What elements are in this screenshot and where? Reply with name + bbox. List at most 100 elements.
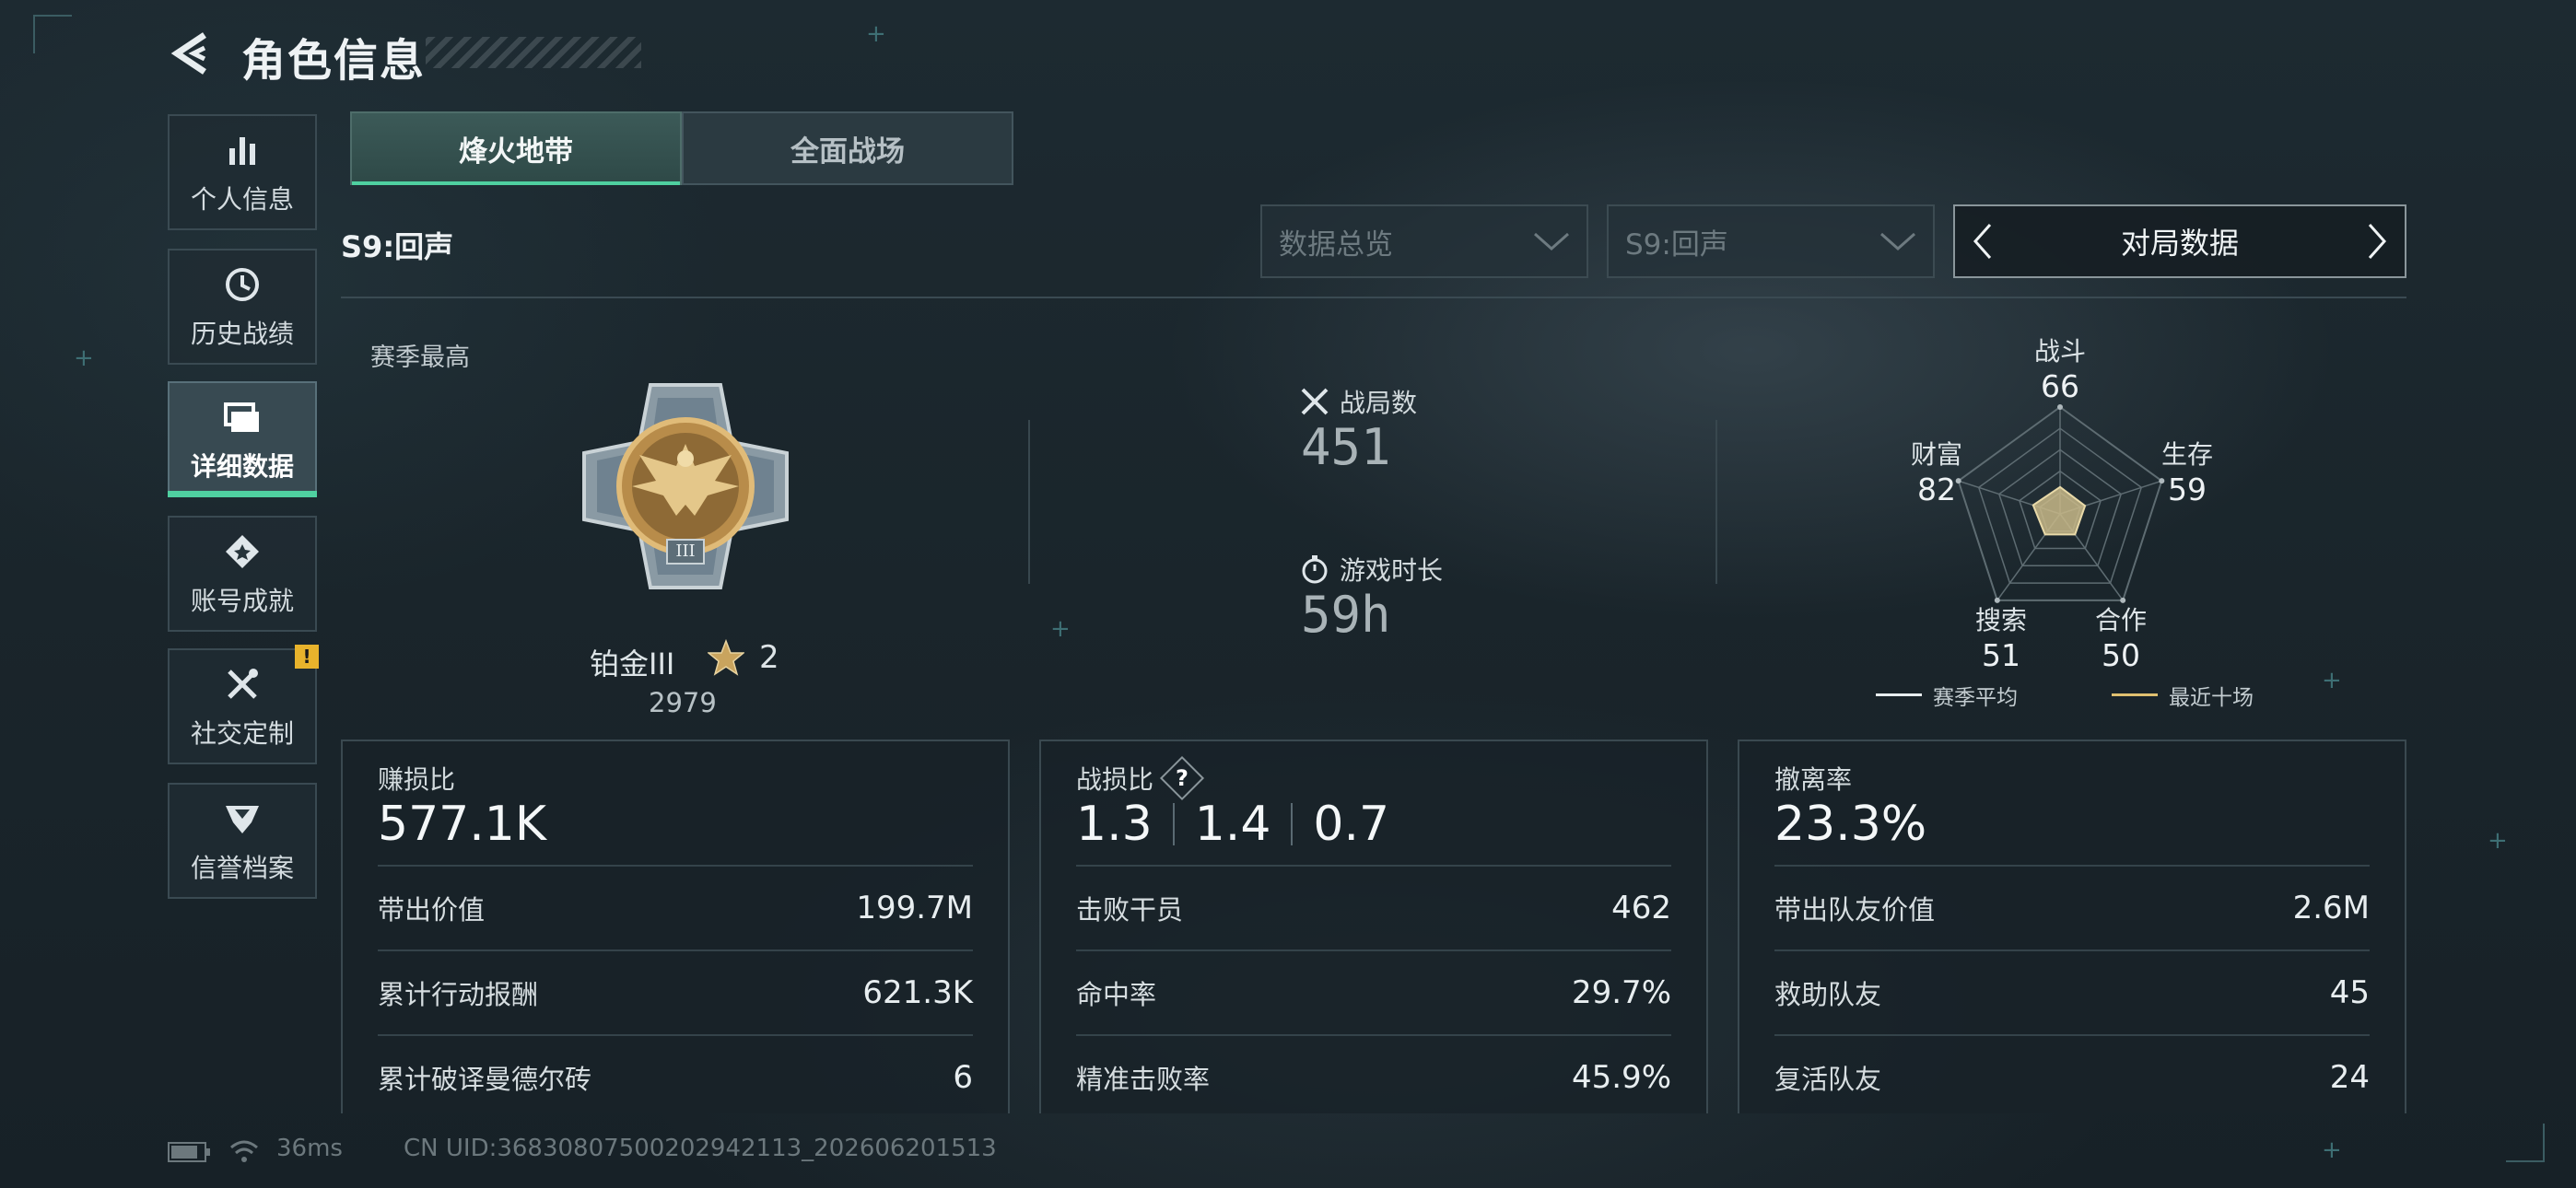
stat-value: 199.7M: [856, 890, 973, 926]
stat-label: 累计行动报酬: [378, 979, 539, 1010]
divider: [1715, 420, 1717, 584]
card-big-value: 577.1K: [378, 797, 546, 852]
stat-row: 击败干员 462: [1076, 865, 1671, 949]
notification-badge: !: [295, 645, 319, 669]
playtime-value: 59h: [1301, 586, 1391, 644]
data-type-switcher: 对局数据: [1953, 204, 2406, 278]
sidebar-item-detailed-data[interactable]: 详细数据: [168, 381, 317, 497]
sidebar-item-label: 详细数据: [190, 451, 294, 482]
playtime-label: 游戏时长: [1299, 551, 1443, 588]
stat-label: 复活队友: [1774, 1064, 1882, 1095]
card-heading: 赚损比: [378, 764, 456, 795]
legend-label-season-avg: 赛季平均: [1933, 686, 2018, 710]
decor-cross: +: [866, 20, 886, 48]
radar-value-combat: 66: [2041, 368, 2079, 404]
divider: [1028, 420, 1030, 584]
stat-label: 精准击败率: [1076, 1064, 1211, 1095]
matches-label-text: 战局数: [1340, 388, 1418, 418]
chevron-down-icon: [1880, 232, 1915, 251]
matches-value: 451: [1301, 418, 1391, 476]
card-heading: 撤离率: [1774, 764, 1853, 795]
stat-label: 带出队友价值: [1774, 894, 1936, 926]
star-icon: [706, 638, 746, 676]
bar-chart-icon: [220, 128, 264, 172]
divider: [341, 297, 2406, 298]
radar-value-search: 51: [1982, 637, 2020, 673]
ratio-separator: [1172, 803, 1175, 845]
sidebar-item-achievements[interactable]: 账号成就: [168, 516, 317, 632]
stat-row: 精准击败率 45.9%: [1076, 1034, 1671, 1119]
season-dropdown[interactable]: S9:回声: [1607, 204, 1935, 278]
stat-label: 救助队友: [1774, 979, 1882, 1010]
stat-label: 带出价值: [378, 894, 486, 926]
stat-row: 带出价值 199.7M: [378, 865, 973, 949]
rank-name: 铂金III: [590, 646, 675, 681]
card-big-value: 23.3%: [1774, 797, 1927, 852]
chevron-down-icon: [1534, 232, 1569, 251]
radar-label-wealth: 财富: [1910, 439, 1962, 470]
battery-icon: [168, 1142, 212, 1162]
crossed-swords-icon: [1301, 388, 1329, 415]
decor-corner: [33, 15, 72, 53]
tab-warzone[interactable]: 烽火地带: [350, 111, 682, 185]
switcher-label: 对局数据: [2120, 226, 2239, 261]
radar-label-search: 搜索: [1974, 605, 2027, 635]
stat-value: 45.9%: [1571, 1059, 1671, 1096]
stat-row: 累计行动报酬 621.3K: [378, 949, 973, 1034]
decor-corner: [2506, 1124, 2545, 1162]
sidebar-item-label: 信誉档案: [190, 853, 294, 883]
radar-value-teamwork: 50: [2102, 637, 2140, 673]
rank-emblem: III: [577, 378, 794, 595]
uid-text: CN UID:3683080750020294​2113_20260620151…: [404, 1135, 997, 1162]
kd-ratios: 1.3 1.4 0.7: [1076, 797, 1389, 852]
stat-value: 45: [2329, 974, 2370, 1011]
radar-value-wealth: 82: [1917, 472, 1956, 507]
stat-value: 24: [2329, 1059, 2370, 1096]
ping-text: 36ms: [276, 1135, 343, 1162]
sidebar-item-label: 社交定制: [190, 718, 294, 749]
sidebar-item-history[interactable]: 历史战绩: [168, 249, 317, 365]
decor-cross: +: [2488, 827, 2508, 855]
legend-label-recent: 最近十场: [2169, 686, 2254, 710]
legend-swatch-season-avg: [1876, 693, 1922, 696]
stat-label: 命中率: [1076, 979, 1157, 1010]
back-button[interactable]: [168, 29, 216, 77]
chevron-right-icon[interactable]: [2364, 221, 2390, 262]
card-heading-wrap: 战损比 ?: [1076, 755, 1205, 801]
chevron-left-icon[interactable]: [1970, 221, 1996, 262]
radar-label-combat: 战斗: [2033, 336, 2086, 367]
decor-cross: +: [2322, 1136, 2342, 1164]
sidebar-item-credit[interactable]: 信誉档案: [168, 783, 317, 899]
mode-tabs: 烽火地带 全面战场: [350, 111, 1013, 185]
matches-label: 战局数: [1299, 383, 1417, 420]
wifi-icon: [228, 1136, 260, 1164]
sidebar-item-label: 历史战绩: [190, 319, 294, 349]
ability-radar-chart: [1955, 404, 2165, 603]
stat-value: 6: [953, 1059, 973, 1096]
kd-card: 战损比 ? 1.3 1.4 0.7 击败干员 462 命中率 29.7% 精准击败率…: [1039, 740, 1708, 1113]
rank-score: 2979: [649, 687, 717, 718]
title-decoration: [426, 37, 641, 68]
extraction-card: 撤离率 23.3% 带出队友价值 2.6M 救助队友 45 复活队友 24: [1738, 740, 2406, 1113]
kd-ratio-value: 1.3: [1076, 797, 1153, 852]
profit-card: 赚损比 577.1K 带出价值 199.7M 累计行动报酬 621.3K 累计破译曼…: [341, 740, 1010, 1113]
tools-icon: [220, 662, 264, 706]
tab-full-battlefield[interactable]: 全面战场: [682, 111, 1013, 185]
history-clock-icon: [220, 262, 264, 307]
help-icon[interactable]: ?: [1159, 755, 1205, 801]
stat-row: 命中率 29.7%: [1076, 949, 1671, 1034]
radar-axis-endpoint: [2057, 404, 2063, 410]
back-arrow-icon: [170, 32, 206, 75]
legend-swatch-recent: [2112, 693, 2158, 696]
radar-label-teamwork: 合作: [2094, 605, 2147, 635]
help-glyph: ?: [1176, 764, 1188, 791]
stat-row: 复活队友 24: [1774, 1034, 2370, 1119]
emblem-numeral: III: [675, 542, 696, 561]
kd-ratio-value: 1.4: [1194, 797, 1271, 852]
sidebar-item-personal-info[interactable]: 个人信息: [168, 114, 317, 230]
overview-dropdown[interactable]: 数据总览: [1260, 204, 1588, 278]
card-heading: 战损比: [1076, 764, 1154, 795]
decor-cross: +: [1050, 615, 1071, 643]
sidebar-item-social[interactable]: 社交定制 !: [168, 645, 319, 764]
stat-row: 累计破译曼德尔砖 6: [378, 1034, 973, 1119]
